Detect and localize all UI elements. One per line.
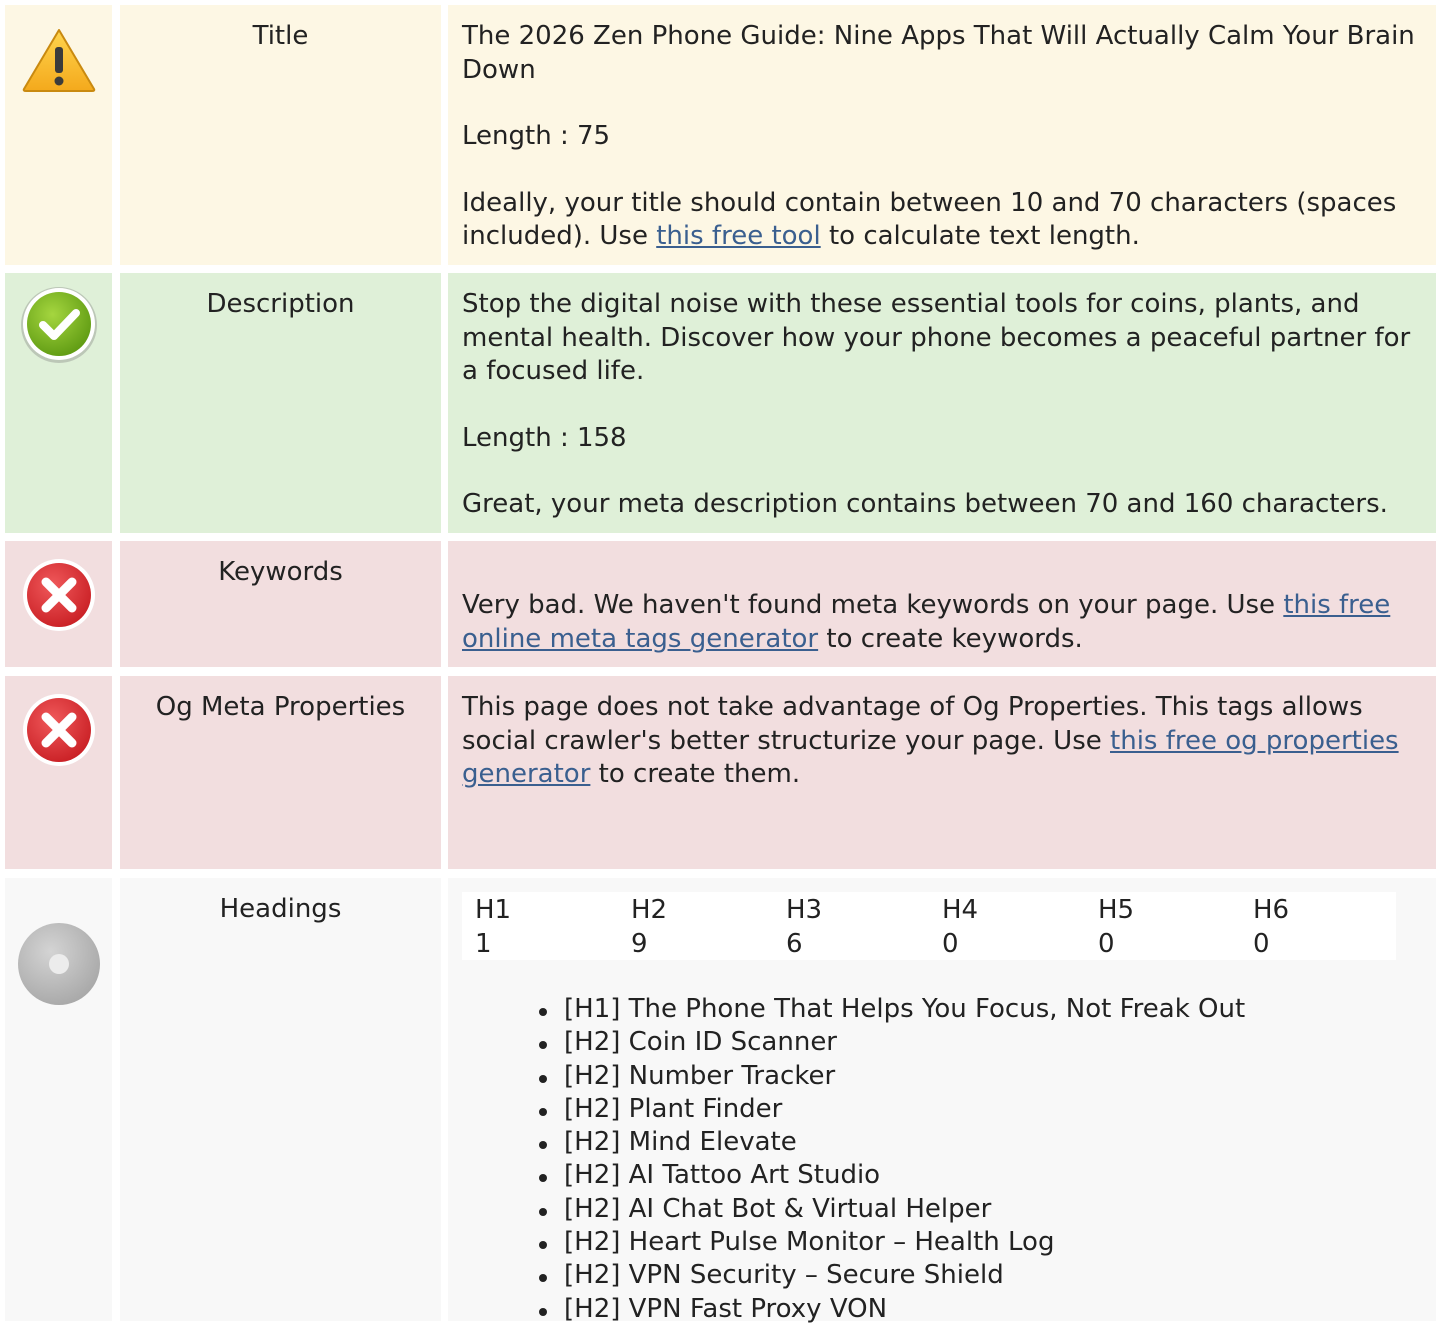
description-status-cell (5, 273, 112, 533)
og-status-cell (5, 676, 112, 869)
description-content: Stop the digital noise with these essent… (448, 273, 1436, 533)
h4-column: H4 0 (942, 894, 1092, 961)
h3-count: 6 (786, 928, 803, 959)
og-content: This page does not take advantage of Og … (448, 676, 1436, 869)
title-content: The 2026 Zen Phone Guide: Nine Apps That… (448, 5, 1436, 265)
list-item: [H2] VPN Security – Secure Shield (536, 1259, 1245, 1292)
description-row: Description Stop the digital noise with … (0, 273, 1445, 533)
keywords-row: Keywords Very bad. We haven't found meta… (0, 541, 1445, 667)
info-disc-icon (17, 922, 101, 1006)
og-advice: This page does not take advantage of Og … (462, 691, 1422, 792)
description-label: Description (120, 273, 441, 533)
h3-column: H3 6 (786, 894, 936, 961)
description-advice: Great, your meta description contains be… (462, 489, 1388, 519)
h5-count: 0 (1098, 928, 1115, 959)
list-item: [H1] The Phone That Helps You Focus, Not… (536, 993, 1245, 1026)
h1-column: H1 1 (475, 894, 625, 961)
error-icon (22, 558, 96, 632)
h5-header: H5 (1098, 895, 1135, 925)
h2-count: 9 (631, 928, 648, 959)
title-advice: Ideally, your title should contain betwe… (462, 187, 1422, 254)
headings-row: Headings H1 1 H2 9 H3 6 H4 0 H5 0 H6 0 [… (0, 878, 1445, 1324)
h5-column: H5 0 (1098, 894, 1248, 961)
og-label: Og Meta Properties (120, 676, 441, 869)
headings-status-cell (5, 878, 112, 1321)
h1-count: 1 (475, 928, 492, 959)
headings-label: Headings (120, 878, 441, 1321)
title-row: Title The 2026 Zen Phone Guide: Nine App… (0, 5, 1445, 265)
description-length: Length : 158 (462, 422, 627, 453)
warning-icon (21, 27, 97, 93)
keywords-label: Keywords (120, 541, 441, 667)
page-title-value: The 2026 Zen Phone Guide: Nine Apps That… (462, 21, 1415, 85)
h4-count: 0 (942, 928, 959, 959)
title-length: Length : 75 (462, 121, 611, 151)
headings-count-table: H1 1 H2 9 H3 6 H4 0 H5 0 H6 0 (462, 892, 1396, 960)
og-advice-tail: to create them. (590, 759, 801, 789)
h2-column: H2 9 (631, 894, 781, 961)
headings-list: [H1] The Phone That Helps You Focus, Not… (536, 993, 1245, 1326)
list-item: [H2] AI Tattoo Art Studio (536, 1159, 1245, 1192)
list-item: [H2] Mind Elevate (536, 1126, 1245, 1159)
title-status-cell (5, 5, 112, 265)
list-item: [H2] Plant Finder (536, 1093, 1245, 1126)
check-icon (19, 285, 99, 365)
keywords-advice: Very bad. We haven't found meta keywords… (462, 589, 1422, 656)
h4-header: H4 (942, 895, 979, 925)
title-label: Title (120, 5, 441, 265)
og-properties-row: Og Meta Properties This page does not ta… (0, 676, 1445, 869)
free-tool-link[interactable]: this free tool (656, 221, 820, 251)
h3-header: H3 (786, 895, 823, 925)
h6-column: H6 0 (1253, 894, 1403, 961)
h6-header: H6 (1253, 895, 1290, 925)
keywords-status-cell (5, 541, 112, 667)
h1-header: H1 (475, 895, 512, 925)
list-item: [H2] Heart Pulse Monitor – Health Log (536, 1226, 1245, 1259)
error-icon (22, 693, 96, 767)
meta-description-value: Stop the digital noise with these essent… (462, 289, 1411, 386)
keywords-advice-text: Very bad. We haven't found meta keywords… (462, 590, 1284, 620)
h2-header: H2 (631, 895, 668, 925)
keywords-content: Very bad. We haven't found meta keywords… (448, 541, 1436, 667)
keywords-advice-tail: to create keywords. (818, 623, 1083, 654)
h6-count: 0 (1253, 928, 1270, 959)
title-advice-tail: to calculate text length. (820, 221, 1140, 251)
list-item: [H2] Coin ID Scanner (536, 1026, 1245, 1059)
list-item: [H2] Number Tracker (536, 1060, 1245, 1093)
list-item: [H2] AI Chat Bot & Virtual Helper (536, 1193, 1245, 1226)
headings-content: H1 1 H2 9 H3 6 H4 0 H5 0 H6 0 [H1] The P… (448, 878, 1436, 1324)
